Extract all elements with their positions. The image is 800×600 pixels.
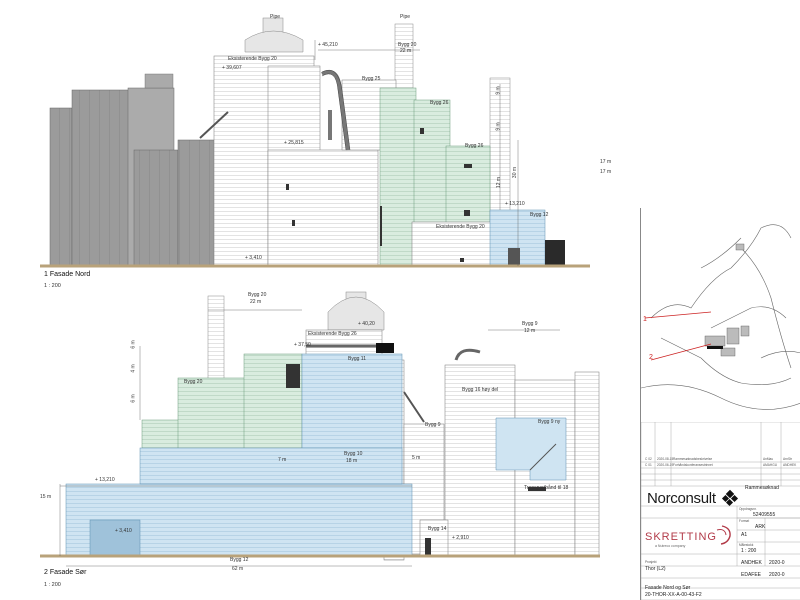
- s-transport: Transportbånd til 18: [524, 485, 569, 491]
- s-bygg9-label: Bygg 9: [522, 321, 538, 327]
- conveyor-south: [403, 391, 425, 423]
- s-dim-6m-b: 6 m: [130, 394, 137, 403]
- rev-row-2-chk: ANDHEK: [783, 463, 797, 467]
- s-bygg10-width: 18 m: [346, 458, 358, 464]
- s-bygg14: Bygg 14: [428, 526, 447, 532]
- rammesoknad-label: Rammesøknad: [745, 485, 779, 491]
- rev-row-2-rev: C 01: [645, 463, 652, 467]
- black-box-south: [376, 343, 394, 353]
- drawing-title: Fasade Nord og Sør: [645, 585, 691, 591]
- scale-value: 1 : 200: [741, 548, 757, 554]
- rev-row-1-date: 2020-08-15: [657, 457, 674, 461]
- rev-row-1-chk: ArnStr: [783, 457, 793, 461]
- s-level-2910: + 2,910: [452, 535, 469, 541]
- rev-row-2-date: 2020-06-19: [657, 463, 674, 467]
- s-bygg12: Bygg 12: [230, 557, 249, 563]
- s-level-4020: + 40,20: [358, 321, 375, 327]
- drawn-by: ANDHEK: [741, 560, 762, 566]
- s-dim-15m: 15 m: [40, 494, 52, 500]
- skretting-logo: SKRETTING: [645, 531, 717, 543]
- s-eksisterende-bygg26: Eksisterende Bygg 26: [308, 331, 357, 337]
- s-bygg12-width: 62 m: [232, 566, 244, 572]
- skretting-sub: a Nutreco company: [655, 544, 686, 548]
- discipline: ARK: [755, 524, 766, 530]
- rev-row-2-by: AMAHGU: [763, 463, 777, 467]
- map-marker-2: 2: [649, 354, 653, 361]
- s-bygg9-n: Bygg 9: [425, 422, 441, 428]
- site-map: [641, 208, 800, 422]
- scale-label: Målestokk: [739, 543, 754, 547]
- drawing-number: 20-THOR-XX-A-00-43-F2: [645, 592, 702, 598]
- s-bygg10: Bygg 10: [344, 451, 363, 457]
- south-facade-drawing: [40, 291, 600, 567]
- s-bygg11: Bygg 11: [348, 356, 366, 362]
- drawing-sheet: Pipe Pipe Eksisterende Bygg 20 Bygg 20 2…: [0, 0, 800, 600]
- size-label: Format: [739, 519, 750, 523]
- s-level-13210: + 13,210: [95, 477, 115, 483]
- rev-row-1-desc: Rammesøknadsbeskrivelse: [673, 457, 713, 461]
- rev-row-1-by: AnMau: [763, 457, 774, 461]
- s-dim-5m: 5 m: [412, 455, 421, 461]
- s-bygg9-ny: Bygg 9 ny: [538, 419, 561, 425]
- norconsult-mark-icon: [721, 489, 739, 507]
- title-block: 1 2 C 02 2020-08-15 Rammesøknadsbeskrive…: [640, 208, 800, 600]
- date-2: 2020-0: [769, 572, 785, 578]
- s-dim-7m: 7 m: [278, 457, 287, 463]
- s-level-3410: + 3,410: [115, 528, 132, 534]
- norconsult-logo: Norconsult: [647, 490, 716, 507]
- rev-row-1-rev: C 02: [645, 457, 652, 461]
- s-bygg20-width: 22 m: [250, 299, 262, 305]
- date-1: 2020-0: [769, 560, 785, 566]
- s-bygg20-label: Bygg 20: [248, 292, 267, 298]
- map-marker-1: 1: [643, 316, 647, 323]
- s-level-3750: + 37,50: [294, 342, 311, 348]
- s-dim-4m: 4 m: [130, 364, 137, 373]
- size-value: A1: [741, 532, 748, 538]
- s-dim-6m-a: 6 m: [130, 340, 137, 349]
- checked-by: EDAFEE: [741, 572, 762, 578]
- s-bygg9-width: 12 m: [524, 328, 536, 334]
- s-bygg20b: Bygg 20: [184, 379, 203, 385]
- project-no: 52409555: [753, 512, 776, 518]
- project-label: Prosjekt: [645, 560, 657, 564]
- project-no-label: Oppdragsnr.: [739, 507, 757, 511]
- s-bygg16: Bygg 16 høy del: [462, 387, 499, 393]
- skretting-swirl-icon: [716, 525, 731, 545]
- south-view-scale: 1 : 200: [44, 582, 61, 588]
- project-value: Thor (L2): [645, 566, 666, 572]
- rev-row-2-desc: Forhåndskonferansestrinnet: [673, 463, 713, 467]
- south-view-title: 2 Fasade Sør: [44, 569, 87, 576]
